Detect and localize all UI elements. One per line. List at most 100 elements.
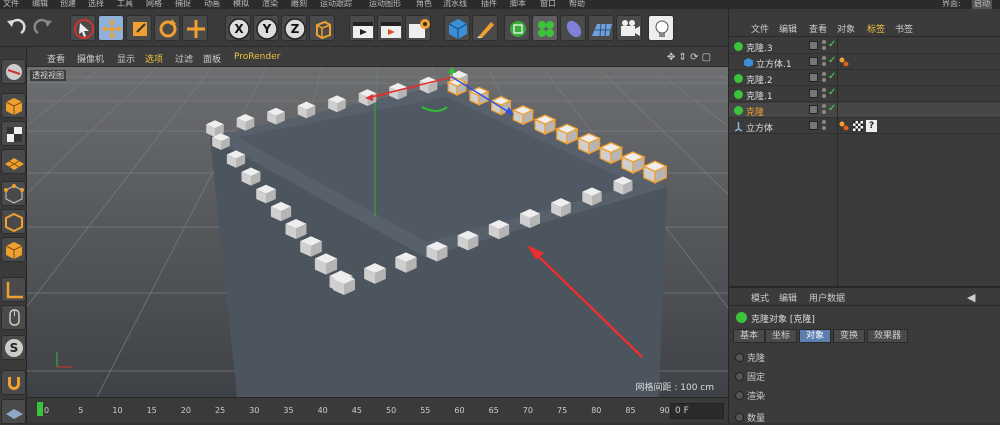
object-row-clone-3[interactable]: 克隆.3 ✓ <box>729 39 1000 54</box>
subdivision-icon[interactable] <box>504 15 530 41</box>
vp-menu-display[interactable]: 显示 <box>117 52 135 65</box>
current-frame-input[interactable]: 0 F <box>670 403 724 419</box>
attr-menu-mode[interactable]: 模式 <box>751 291 769 304</box>
rotate-icon[interactable] <box>154 15 180 41</box>
material-tag-icon[interactable] <box>839 57 849 67</box>
menu-select[interactable]: 选择 <box>88 0 104 9</box>
undo-icon[interactable] <box>3 15 29 41</box>
menu-script[interactable]: 脚本 <box>510 0 526 9</box>
cube-icon[interactable] <box>444 15 470 41</box>
edges-mode-icon[interactable] <box>1 209 26 234</box>
param-radio[interactable] <box>735 353 744 362</box>
redo-icon[interactable] <box>30 15 56 41</box>
model-mode-icon[interactable] <box>1 93 26 118</box>
deformer-icon[interactable] <box>560 15 586 41</box>
render-picture-icon[interactable] <box>377 15 403 41</box>
visibility-toggle[interactable] <box>809 105 818 114</box>
vp-menu-view[interactable]: 查看 <box>47 52 65 65</box>
tab-coord[interactable]: 坐标 <box>765 329 798 343</box>
render-dot[interactable] <box>822 110 826 114</box>
editor-dot[interactable] <box>822 120 826 124</box>
workplane-icon[interactable] <box>1 149 26 174</box>
vp-menu-options[interactable]: 选项 <box>145 52 163 65</box>
coordinate-icon[interactable] <box>309 15 335 41</box>
y-axis-icon[interactable]: Y <box>253 15 279 41</box>
menu-file[interactable]: 文件 <box>3 0 19 9</box>
timeline[interactable]: 0 5 10 15 20 25 30 35 40 45 50 55 60 65 70 75 80 85 90 0 F <box>27 397 728 423</box>
cloner-icon[interactable] <box>532 15 558 41</box>
polygons-mode-icon[interactable] <box>1 237 26 262</box>
menu-edit[interactable]: 编辑 <box>32 0 48 9</box>
menu-mesh[interactable]: 网格 <box>146 0 162 9</box>
tab-basic[interactable]: 基本 <box>733 329 766 343</box>
menu-window[interactable]: 窗口 <box>540 0 556 9</box>
menu-tools[interactable]: 工具 <box>117 0 133 9</box>
menu-render[interactable]: 渲染 <box>262 0 278 9</box>
param-radio[interactable] <box>735 372 744 381</box>
visibility-toggle[interactable] <box>809 89 818 98</box>
editor-dot[interactable] <box>822 40 826 44</box>
make-editable-icon[interactable] <box>1 59 26 84</box>
select-icon[interactable] <box>70 15 96 41</box>
menu-simulate[interactable]: 模拟 <box>233 0 249 9</box>
vp-menu-camera[interactable]: 摄像机 <box>77 52 104 65</box>
tab-transform[interactable]: 变换 <box>833 329 866 343</box>
menu-help[interactable]: 帮助 <box>569 0 585 9</box>
editor-dot[interactable] <box>822 104 826 108</box>
object-name[interactable]: 立方体 <box>746 121 773 134</box>
vp-menu-filter[interactable]: 过滤 <box>175 52 193 65</box>
menu-pipeline[interactable]: 流水线 <box>443 0 467 9</box>
menu-character[interactable]: 角色 <box>416 0 432 9</box>
object-name[interactable]: 克隆.1 <box>746 89 773 102</box>
visibility-toggle[interactable] <box>809 41 818 50</box>
visibility-toggle[interactable] <box>809 57 818 66</box>
snap-icon[interactable]: S <box>1 335 26 360</box>
attr-menu-userdata[interactable]: 用户数据 <box>809 291 845 304</box>
visibility-toggle[interactable] <box>809 121 818 130</box>
perspective-viewport[interactable]: 透视视图 网格间距 : 100 cm <box>27 67 728 397</box>
render-dot[interactable] <box>822 62 826 66</box>
render-settings-icon[interactable] <box>405 15 431 41</box>
om-menu-tags[interactable]: 标签 <box>867 22 885 35</box>
menu-mograph[interactable]: 运动图形 <box>369 0 401 9</box>
playhead[interactable] <box>37 402 43 416</box>
param-radio[interactable] <box>735 413 744 422</box>
param-radio[interactable] <box>735 391 744 400</box>
vp-menu-prorender[interactable]: ProRender <box>234 52 280 62</box>
object-row-clone-1[interactable]: 克隆.1 ✓ <box>729 87 1000 102</box>
floor-icon[interactable] <box>588 15 614 41</box>
om-menu-file[interactable]: 文件 <box>751 22 769 35</box>
render-dot[interactable] <box>822 126 826 130</box>
unknown-tag-icon[interactable]: ? <box>866 120 877 132</box>
viewport-nav-icons[interactable]: ✥ ⇕ ⟳ ▢ <box>667 52 711 63</box>
render-dot[interactable] <box>822 94 826 98</box>
axis-mode-icon[interactable] <box>1 277 26 302</box>
editor-dot[interactable] <box>822 72 826 76</box>
visibility-toggle[interactable] <box>809 73 818 82</box>
texture-tag-icon[interactable] <box>853 121 863 131</box>
tweak-icon[interactable] <box>1 305 26 330</box>
object-name[interactable]: 克隆.2 <box>746 73 773 86</box>
pen-icon[interactable] <box>472 15 498 41</box>
texture-mode-icon[interactable] <box>1 121 26 146</box>
layout-select[interactable]: 启动 <box>972 0 992 9</box>
light-icon[interactable] <box>648 15 674 41</box>
om-menu-edit[interactable]: 编辑 <box>779 22 797 35</box>
object-row-clone[interactable]: 克隆 ✓ <box>729 103 1000 118</box>
menu-snap[interactable]: 捕捉 <box>175 0 191 9</box>
render-view-icon[interactable] <box>349 15 375 41</box>
om-menu-bookmarks[interactable]: 书签 <box>895 22 913 35</box>
grid-snap-icon[interactable] <box>1 399 26 424</box>
editor-dot[interactable] <box>822 88 826 92</box>
menu-plugins[interactable]: 插件 <box>481 0 497 9</box>
vp-menu-panel[interactable]: 面板 <box>203 52 221 65</box>
points-mode-icon[interactable] <box>1 181 26 206</box>
enabled-check-icon[interactable]: ✓ <box>828 55 836 66</box>
attr-menu-edit[interactable]: 编辑 <box>779 291 797 304</box>
move-axis-icon[interactable] <box>182 15 208 41</box>
object-row-clone-2[interactable]: 克隆.2 ✓ <box>729 71 1000 86</box>
menu-motion-tracking[interactable]: 运动跟踪 <box>320 0 352 9</box>
menu-animate[interactable]: 动画 <box>204 0 220 9</box>
menu-sculpt[interactable]: 雕刻 <box>291 0 307 9</box>
render-dot[interactable] <box>822 78 826 82</box>
